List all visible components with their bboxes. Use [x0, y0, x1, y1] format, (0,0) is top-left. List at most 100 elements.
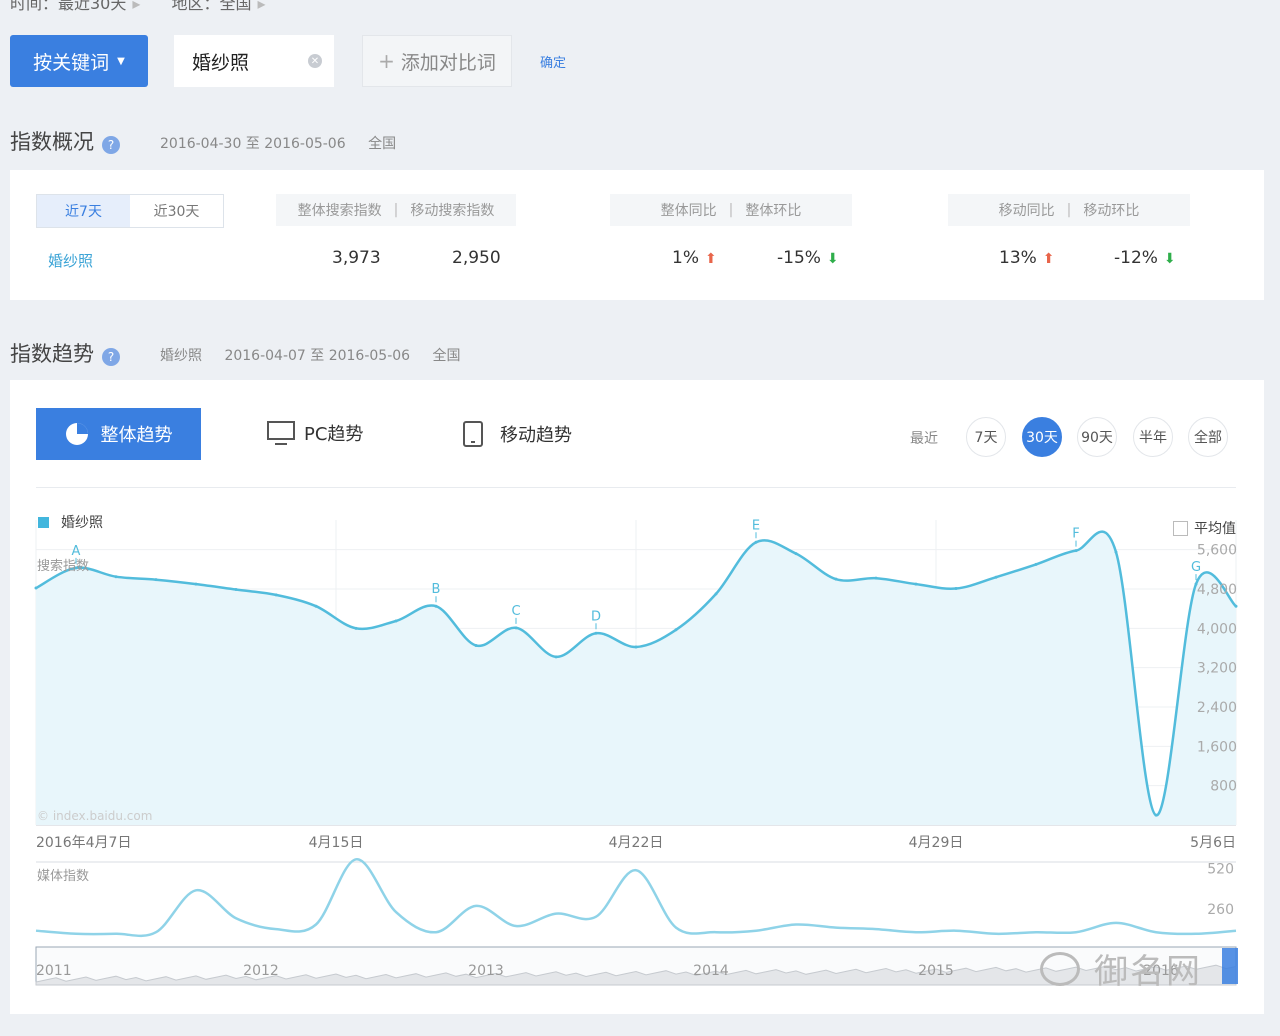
mobile-mom-cell: -12% ⬇ [1114, 248, 1176, 268]
event-marker-label[interactable]: B [432, 582, 441, 597]
trend-keyword: 婚纱照 [160, 348, 202, 364]
data-point[interactable] [914, 582, 918, 586]
breadcrumb-time[interactable]: 时间：最近30天 [10, 0, 126, 13]
header-overall-search: 整体搜索指数 [297, 203, 382, 219]
data-point[interactable] [314, 604, 318, 608]
event-marker-label[interactable]: F [1072, 527, 1079, 542]
help-icon[interactable]: ? [102, 347, 120, 366]
data-point[interactable] [554, 655, 558, 659]
data-point[interactable] [1034, 562, 1038, 566]
overall-compare-header: 整体同比 | 整体环比 [610, 194, 852, 226]
help-icon[interactable]: ? [102, 135, 120, 154]
header-mobile-yoy: 移动同比 [998, 203, 1055, 219]
data-point[interactable] [994, 575, 998, 579]
media-index-axis-label: 媒体指数 [37, 869, 89, 884]
trend-date-range: 2016-04-07 至 2016-05-06 [224, 348, 411, 364]
event-marker-label[interactable]: E [752, 518, 760, 533]
header-mobile-mom: 移动环比 [1083, 203, 1140, 219]
data-point[interactable] [754, 540, 758, 544]
x-tick-label: 4月15日 [309, 835, 364, 851]
data-point[interactable] [1114, 550, 1118, 554]
event-marker-label[interactable]: D [591, 609, 601, 624]
data-point[interactable] [514, 626, 518, 630]
confirm-link[interactable]: 确定 [540, 52, 566, 71]
data-point[interactable] [194, 582, 198, 586]
data-point[interactable] [1154, 813, 1158, 817]
arrow-up-icon: ⬆ [1042, 251, 1055, 267]
data-point[interactable] [394, 619, 398, 623]
overall-yoy-value: 1% [672, 248, 699, 268]
credit-text: © index.baidu.com [37, 809, 152, 823]
clear-icon[interactable]: ✕ [308, 54, 322, 68]
data-point[interactable] [434, 604, 438, 608]
wechat-icon [1040, 951, 1080, 986]
media-index-line [35, 858, 1237, 938]
mobile-compare-header: 移动同比 | 移动环比 [948, 194, 1190, 226]
data-point[interactable] [834, 577, 838, 581]
y-tick-label: 4,000 [1197, 621, 1237, 637]
event-marker-label[interactable]: C [511, 604, 520, 619]
x-tick-labels: 2016年4月7日 4月15日 4月22日 4月29日 5月6日 [36, 835, 1236, 851]
trend-region: 全国 [432, 348, 461, 364]
add-compare-label: 添加对比词 [400, 51, 496, 74]
watermark: 御名网 [1040, 944, 1202, 993]
media-y-tick-label: 520 [1207, 862, 1234, 878]
data-point[interactable] [794, 552, 798, 556]
overall-mom-cell: -15% ⬇ [777, 248, 839, 268]
data-point[interactable] [1234, 604, 1238, 608]
media-y-tick-label: 260 [1207, 902, 1234, 918]
y-tick-label: 5,600 [1197, 543, 1237, 559]
event-marker-label[interactable]: G [1191, 560, 1201, 575]
y-tick-label: 4,800 [1197, 582, 1237, 598]
data-point[interactable] [34, 586, 38, 590]
y-tick-label: 2,400 [1197, 700, 1237, 716]
arrow-up-icon: ⬆ [704, 251, 717, 267]
search-index-axis-label: 搜索指数 [37, 559, 89, 574]
overview-region: 全国 [368, 136, 397, 152]
tab-30days[interactable]: 近30天 [130, 195, 223, 227]
event-marker-label[interactable]: A [72, 544, 81, 559]
overview-heading: 指数概况? [10, 126, 120, 156]
y-tick-label: 800 [1210, 779, 1237, 795]
navigator-year-label: 2012 [243, 963, 279, 979]
data-point[interactable] [634, 645, 638, 649]
tab-7days[interactable]: 近7天 [37, 195, 130, 227]
data-point[interactable] [154, 578, 158, 582]
data-point[interactable] [474, 644, 478, 648]
navigator-selection-handle[interactable] [1222, 948, 1238, 984]
overall-yoy-cell: 1% ⬆ [672, 248, 717, 268]
navigator-year-label: 2011 [36, 963, 72, 979]
caret-down-icon: ▼ [117, 55, 125, 67]
trend-meta: 婚纱照 2016-04-07 至 2016-05-06 全国 [160, 345, 461, 365]
overview-title: 指数概况 [10, 130, 94, 154]
navigator-year-label: 2013 [468, 963, 504, 979]
mobile-search-index: 2,950 [452, 248, 501, 268]
data-point[interactable] [1074, 549, 1078, 553]
keyword-mode-button[interactable]: 按关键词 ▼ [10, 35, 148, 87]
x-tick-label: 2016年4月7日 [36, 835, 131, 851]
keyword-value: 婚纱照 [192, 51, 250, 74]
mobile-yoy-value: 13% [999, 248, 1037, 268]
mobile-mom-value: -12% [1114, 248, 1158, 268]
trend-heading: 指数趋势? [10, 338, 120, 368]
y-tick-label: 1,600 [1197, 739, 1237, 755]
navigator-year-label: 2015 [918, 963, 954, 979]
data-point[interactable] [114, 575, 118, 579]
plus-icon: + [378, 49, 395, 73]
data-point[interactable] [594, 631, 598, 635]
breadcrumb-region[interactable]: 地区：全国 [172, 0, 252, 13]
data-point[interactable] [274, 593, 278, 597]
data-point[interactable] [354, 626, 358, 630]
data-point[interactable] [674, 628, 678, 632]
add-compare-button[interactable]: + 添加对比词 [362, 35, 512, 87]
data-point[interactable] [874, 576, 878, 580]
keyword-mode-label: 按关键词 [33, 51, 110, 74]
trend-chart[interactable]: A B C D E F G 800 1,600 2,400 3,200 4,000 4,800 5,60… [10, 380, 1264, 1014]
period-switch: 近7天 近30天 [36, 194, 224, 228]
data-point[interactable] [954, 587, 958, 591]
keyword-input[interactable]: 婚纱照 ✕ [174, 35, 334, 87]
data-point[interactable] [234, 587, 238, 591]
x-tick-label: 4月22日 [609, 835, 664, 851]
keyword-link[interactable]: 婚纱照 [48, 250, 93, 271]
data-point[interactable] [714, 592, 718, 596]
